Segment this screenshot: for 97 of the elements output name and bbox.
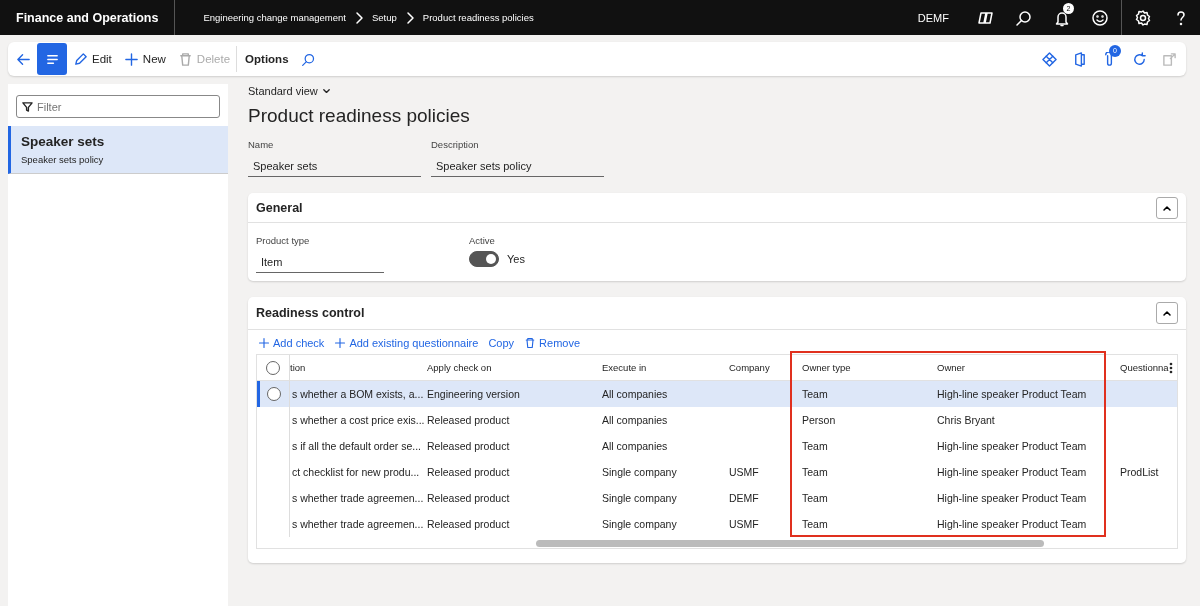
- action-button[interactable]: Add check: [258, 337, 325, 349]
- table-cell-text: USMF: [728, 517, 760, 532]
- column-header[interactable]: Questionna: [1120, 362, 1169, 373]
- column-header[interactable]: tion: [290, 362, 306, 373]
- app-title[interactable]: Finance and Operations: [0, 0, 176, 35]
- chevron-icon: [354, 10, 364, 25]
- row-selector[interactable]: [257, 381, 290, 407]
- caret-icon: [321, 86, 331, 96]
- table-cell-text: Released product: [426, 413, 511, 428]
- action-button[interactable]: Copy: [488, 337, 515, 349]
- table-cell: [1110, 381, 1177, 407]
- field-label: Name: [248, 139, 275, 150]
- field-label: Active: [469, 235, 496, 246]
- column-header[interactable]: Execute in: [602, 362, 647, 373]
- toggle-switch[interactable]: [469, 251, 499, 267]
- table-cell-text: Released product: [426, 465, 511, 480]
- table-cell-text: Team: [801, 465, 829, 480]
- table-cell-text: High-line speaker Product Team: [936, 491, 1088, 506]
- table-cell: Engineering version: [425, 381, 600, 407]
- section-title: General: [256, 200, 303, 215]
- table-cell-text: s whether trade agreemen...: [291, 491, 425, 506]
- edit-button[interactable]: Edit: [67, 44, 118, 74]
- table-cell-text: Team: [801, 491, 829, 506]
- table-cell: High-line speaker Product Team: [935, 381, 1110, 407]
- smiley-icon: [1091, 8, 1109, 27]
- table-cell-text: Team: [801, 439, 829, 454]
- company-picker[interactable]: DEMF: [917, 11, 949, 24]
- filter-icon: [22, 101, 33, 112]
- toggle-label: Yes: [507, 253, 525, 265]
- list-item[interactable]: Speaker sets Speaker sets policy: [8, 126, 228, 174]
- table-cell-text: High-line speaker Product Team: [936, 465, 1088, 480]
- collapse-button[interactable]: [1156, 302, 1178, 324]
- back-icon: [16, 51, 31, 67]
- search-icon: [1015, 8, 1033, 27]
- options-button[interactable]: Options: [236, 46, 295, 72]
- action-button[interactable]: Remove: [524, 337, 581, 349]
- refresh-icon: [1131, 51, 1147, 67]
- more-icon: [1169, 361, 1173, 374]
- table-cell-text: Single company: [601, 517, 678, 532]
- column-header[interactable]: Owner type: [802, 362, 851, 373]
- table-cell-text: DEMF: [728, 491, 760, 506]
- trash-icon: [177, 51, 193, 67]
- table-cell-text: Chris Bryant: [936, 413, 996, 428]
- plus-icon: [123, 51, 139, 67]
- table-cell-text: s whether trade agreemen...: [291, 517, 425, 532]
- breadcrumb-link[interactable]: Engineering change management: [203, 12, 346, 23]
- chevron-icon: [1162, 308, 1172, 318]
- table-cell-text: s if all the default order se...: [291, 439, 422, 454]
- trash-icon: [524, 337, 537, 349]
- settings-icon: [1134, 8, 1152, 27]
- search-icon: [300, 51, 316, 67]
- table-cell-text: s whether a cost price exis...: [291, 413, 425, 428]
- table-cell: Team: [800, 381, 935, 407]
- section-title: Readiness control: [256, 306, 365, 320]
- popout-icon: [1161, 51, 1177, 67]
- table-cell-text: Person: [801, 413, 837, 428]
- field-label: Description: [431, 139, 480, 150]
- menu-button[interactable]: [37, 43, 67, 75]
- view-selector[interactable]: Standard view: [248, 85, 318, 97]
- breadcrumb-link[interactable]: Product readiness policies: [422, 12, 534, 23]
- chevron-icon: [404, 10, 415, 25]
- item-title: Speaker sets: [21, 134, 106, 149]
- table-cell-text: Released product: [426, 517, 511, 532]
- diamond-icon: [1041, 51, 1057, 67]
- table-cell-text: ct checklist for new produ...: [291, 465, 421, 480]
- table-cell-text: Single company: [601, 491, 678, 506]
- column-header[interactable]: Owner: [937, 362, 965, 373]
- table-cell-text: High-line speaker Product Team: [936, 517, 1088, 532]
- table-cell-text: ProdList: [1119, 465, 1160, 480]
- table-cell-text: High-line speaker Product Team: [936, 439, 1088, 454]
- plus-icon: [334, 337, 347, 349]
- column-header[interactable]: Company: [729, 362, 770, 373]
- table-cell-text: Team: [801, 517, 829, 532]
- collapse-button[interactable]: [1156, 196, 1178, 219]
- input-field[interactable]: Item: [256, 250, 384, 273]
- row-radio[interactable]: [267, 387, 281, 401]
- item-subtitle: Speaker sets policy: [21, 154, 105, 165]
- select-all-radio[interactable]: [266, 360, 280, 375]
- table-cell-text: All companies: [601, 413, 669, 428]
- table-cell-text: USMF: [728, 465, 760, 480]
- column-header[interactable]: Apply check on: [427, 362, 492, 373]
- table-cell-text: Single company: [601, 465, 678, 480]
- input-field[interactable]: Speaker sets: [248, 154, 421, 177]
- table-cell: All companies: [600, 381, 727, 407]
- field-label: Product type: [256, 235, 311, 246]
- table-cell-text: Released product: [426, 439, 511, 454]
- table-cell-text: Released product: [426, 491, 511, 506]
- page-title: Product readiness policies: [248, 105, 471, 127]
- table-cell: s whether a BOM exists, a...: [290, 381, 425, 407]
- breadcrumb-link[interactable]: Setup: [372, 12, 397, 23]
- filter-field[interactable]: Filter: [16, 95, 220, 118]
- input-field[interactable]: Speaker sets policy: [431, 154, 604, 177]
- table-cell-text: All companies: [601, 439, 669, 454]
- pencil-icon: [73, 51, 88, 67]
- plus-icon: [258, 337, 270, 349]
- new-button[interactable]: New: [117, 44, 172, 74]
- action-button[interactable]: Add existing questionnaire: [334, 337, 479, 349]
